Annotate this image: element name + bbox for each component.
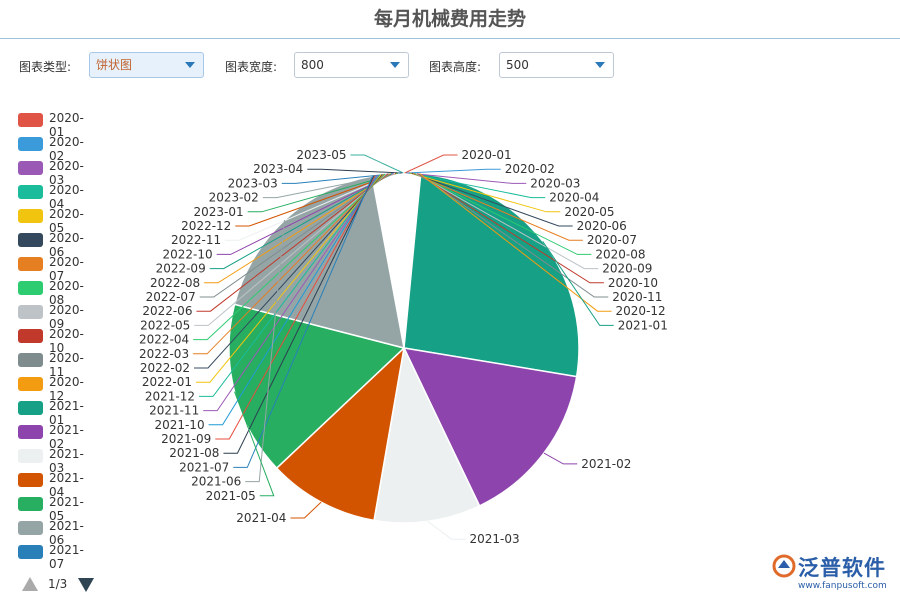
slice-label: 2022-08 xyxy=(150,276,200,290)
slice-label: 2021-03 xyxy=(469,532,519,546)
slice-label: 2021-07 xyxy=(179,460,229,474)
slice-label: 2021-04 xyxy=(236,511,286,525)
brand-url: www.fanpusoft.com xyxy=(798,581,887,591)
slice-label: 2022-01 xyxy=(142,375,192,389)
slice-label: 2020-07 xyxy=(587,233,637,247)
slice-label: 2022-10 xyxy=(163,247,213,261)
slice-label: 2020-05 xyxy=(564,205,614,219)
slice-label: 2021-12 xyxy=(145,389,195,403)
slice-label: 2021-11 xyxy=(149,404,199,418)
label-leader-line xyxy=(428,521,466,539)
label-leader-line xyxy=(307,169,402,173)
slice-label: 2022-12 xyxy=(181,219,231,233)
slice-label: 2021-02 xyxy=(581,457,631,471)
slice-label: 2022-06 xyxy=(142,304,192,318)
slice-label: 2023-01 xyxy=(194,205,244,219)
slice-label: 2020-09 xyxy=(602,262,652,276)
slice-label: 2020-06 xyxy=(577,219,627,233)
slice-label: 2020-08 xyxy=(595,247,645,261)
slice-label: 2021-06 xyxy=(191,475,241,489)
label-leader-line xyxy=(350,155,403,173)
brand-mark-icon xyxy=(772,554,796,578)
slice-label: 2021-10 xyxy=(154,418,204,432)
slice-label: 2020-04 xyxy=(549,191,599,205)
pie-chart: 2020-012020-022020-032020-042020-052020-… xyxy=(0,0,900,600)
slice-label: 2020-12 xyxy=(616,304,666,318)
slice-label: 2022-04 xyxy=(139,333,189,347)
slice-label: 2022-07 xyxy=(146,290,196,304)
slice-label: 2021-01 xyxy=(618,318,668,332)
slice-label: 2021-05 xyxy=(206,489,256,503)
pie-slices xyxy=(229,174,579,523)
slice-label: 2023-05 xyxy=(296,148,346,162)
slice-label: 2022-03 xyxy=(139,347,189,361)
label-leader-line xyxy=(405,155,458,173)
slice-label: 2020-11 xyxy=(612,290,662,304)
label-leader-line xyxy=(290,502,321,518)
slice-label: 2020-02 xyxy=(505,162,555,176)
slice-label: 2023-02 xyxy=(209,191,259,205)
slice-label: 2022-09 xyxy=(156,262,206,276)
slice-label: 2022-11 xyxy=(171,233,221,247)
brand-name: 泛普软件 xyxy=(798,552,886,582)
slice-label: 2023-04 xyxy=(253,162,303,176)
label-leader-line xyxy=(406,169,501,173)
slice-label: 2020-10 xyxy=(608,276,658,290)
slice-label: 2020-03 xyxy=(530,176,580,190)
slice-label: 2021-09 xyxy=(161,432,211,446)
label-leader-line xyxy=(544,453,577,464)
slice-label: 2023-03 xyxy=(228,176,278,190)
brand-logo: 泛普软件 www.fanpusoft.com xyxy=(768,552,896,596)
slice-label: 2020-01 xyxy=(462,148,512,162)
slice-label: 2021-08 xyxy=(169,446,219,460)
slice-label: 2022-05 xyxy=(140,318,190,332)
slice-label: 2022-02 xyxy=(140,361,190,375)
